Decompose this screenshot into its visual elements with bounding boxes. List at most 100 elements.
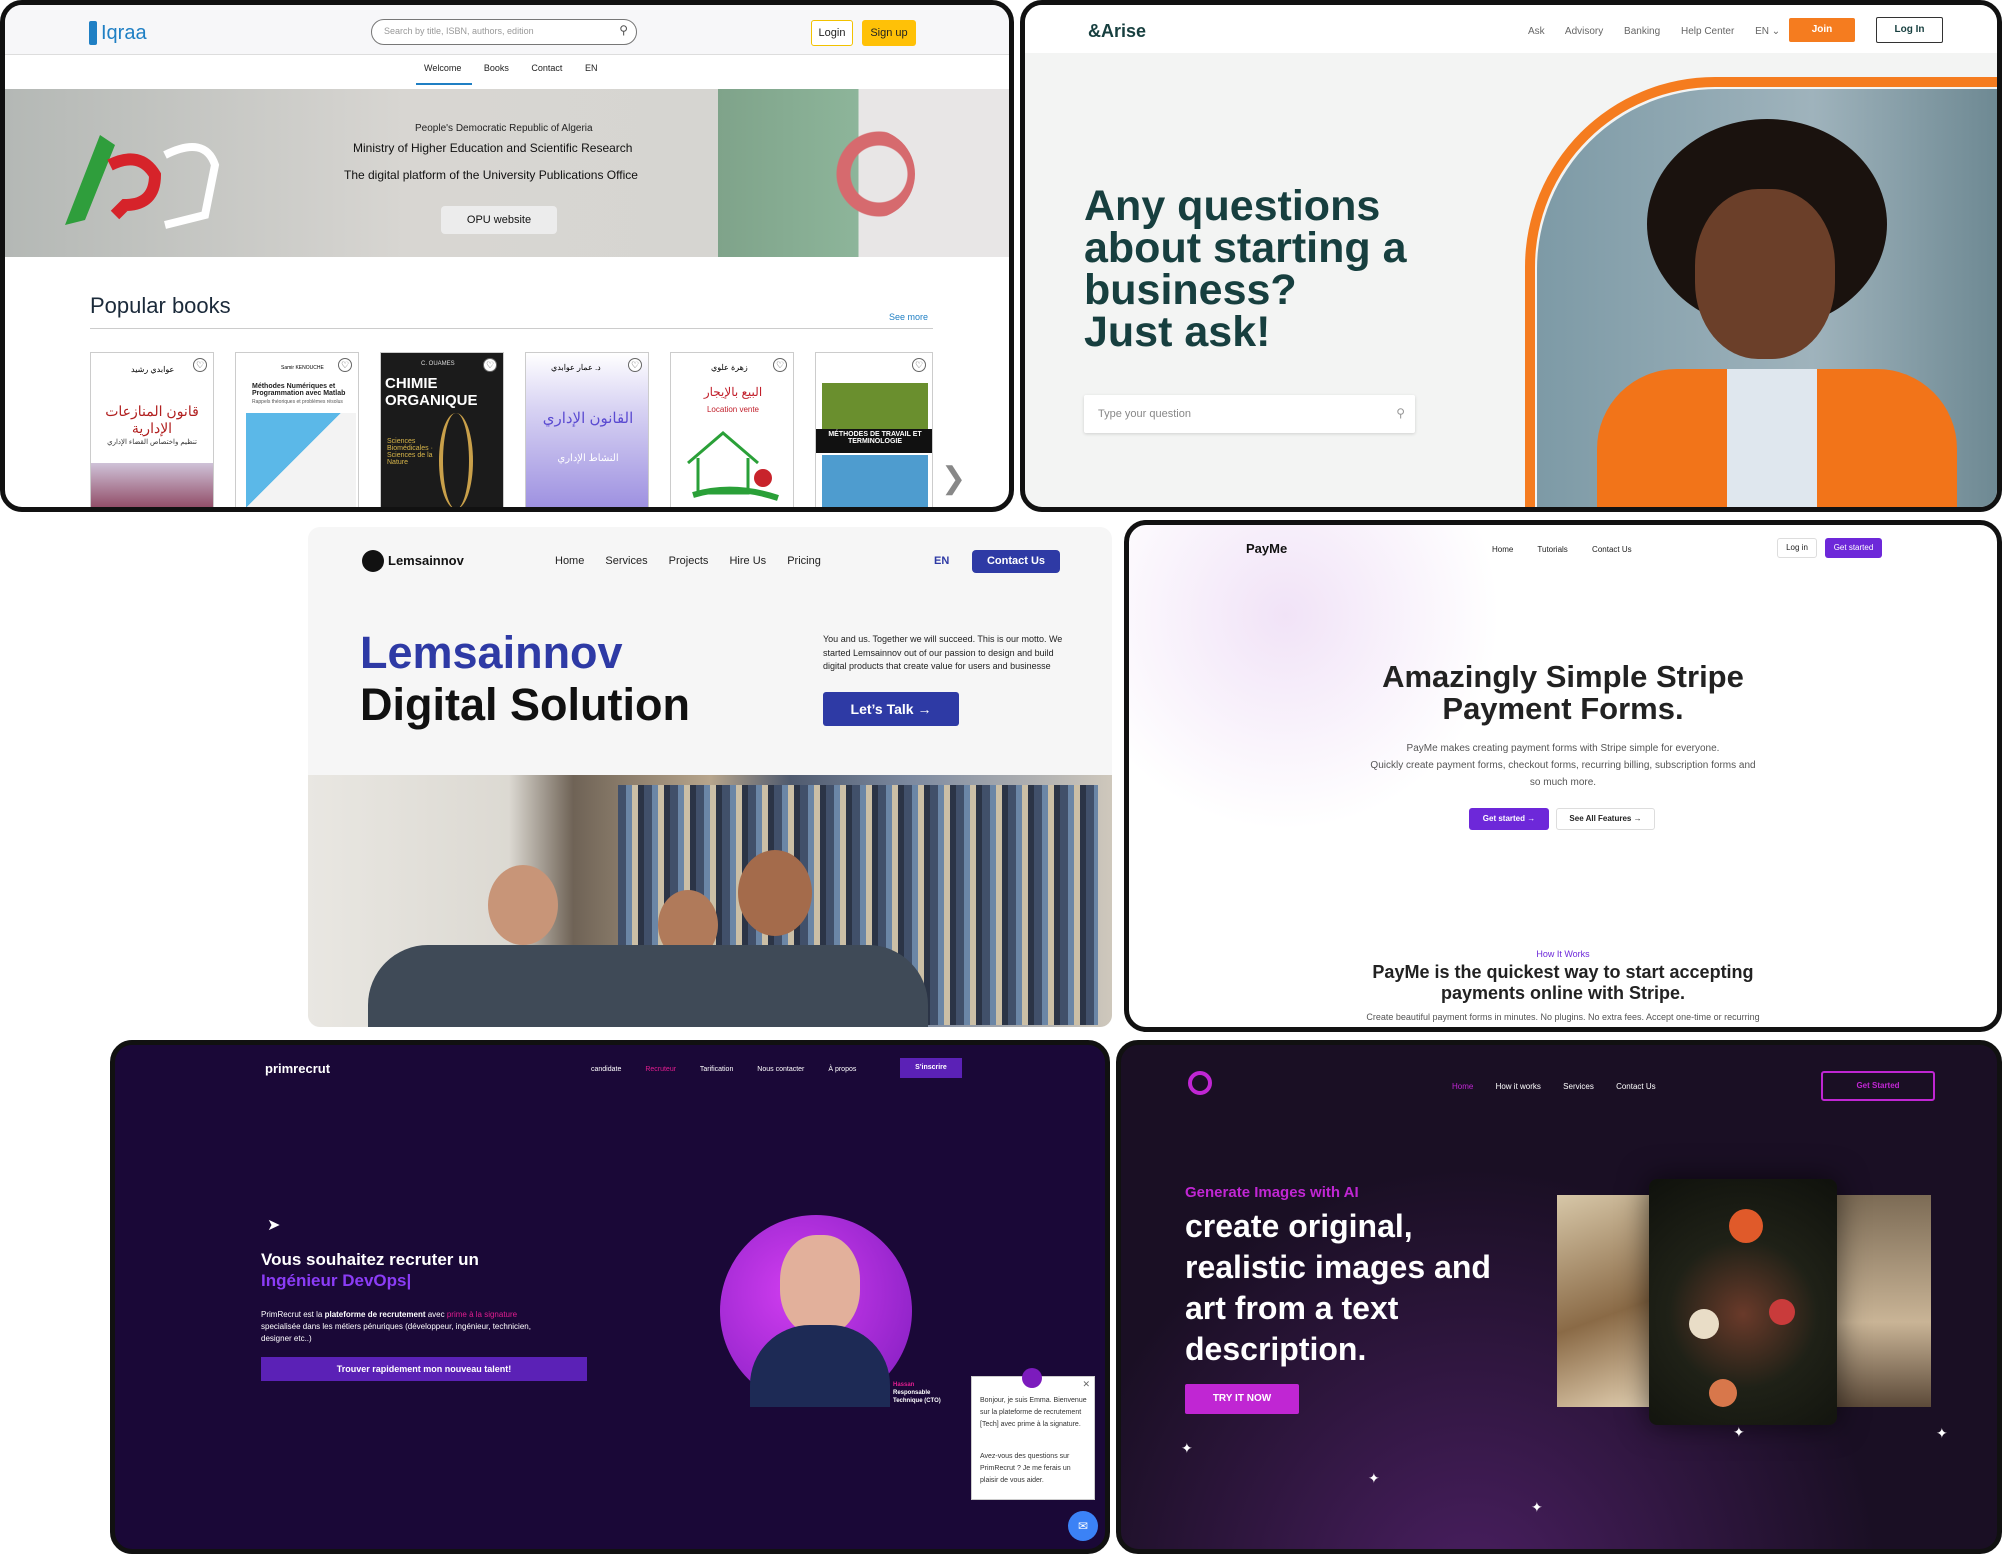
nav-tarification[interactable]: Tarification [700, 1066, 733, 1073]
heart-icon[interactable]: ♡ [338, 358, 352, 372]
iqraa-login-button[interactable]: Login [811, 20, 853, 46]
heart-icon[interactable]: ♡ [628, 358, 642, 372]
book-card[interactable]: ♡ C. OUAMES CHIMIE ORGANIQUE Sciences Bi… [380, 352, 504, 507]
nav-contact[interactable]: Contact Us [1616, 1082, 1656, 1091]
iqraa-signup-button[interactable]: Sign up [862, 20, 916, 46]
nav-candidate[interactable]: candidate [591, 1066, 621, 1073]
search-icon[interactable]: ⚲ [619, 23, 628, 37]
hero-title-line: realistic images and [1185, 1249, 1491, 1285]
hero-description: PrimRecrut est la plateforme de recrutem… [261, 1309, 561, 1345]
book-title: MÉTHODES DE TRAVAIL ET TERMINOLOGIE [816, 429, 932, 453]
hero-subtitle: PayMe makes creating payment forms with … [1406, 743, 1720, 754]
nav-contact[interactable]: Nous contacter [757, 1066, 804, 1073]
book-author: C. OUAMES [421, 361, 455, 367]
nav-recruteur[interactable]: Recruteur [645, 1066, 676, 1073]
iqraa-logo[interactable]: Iqraa [101, 22, 147, 45]
artwork-image [1831, 1195, 1931, 1407]
heart-icon[interactable]: ♡ [193, 358, 207, 372]
nav-about[interactable]: À propos [828, 1066, 856, 1073]
login-button[interactable]: Log in [1777, 538, 1817, 558]
tab-contact[interactable]: Contact [531, 63, 562, 73]
nav-banking[interactable]: Banking [1624, 26, 1660, 37]
lets-talk-label: Let’s Talk [850, 701, 914, 717]
nav-advisory[interactable]: Advisory [1565, 26, 1603, 37]
nav-services[interactable]: Services [1563, 1082, 1594, 1091]
login-button[interactable]: Log In [1876, 17, 1943, 43]
nav-services[interactable]: Services [605, 555, 647, 567]
tab-welcome-underline [416, 83, 472, 85]
lets-talk-button[interactable]: Let’s Talk → [823, 692, 959, 726]
book-card[interactable]: ♡ Samir KENOUCHE Méthodes Numériques et … [235, 352, 359, 507]
nav-how-it-works[interactable]: How it works [1496, 1082, 1541, 1091]
find-talent-button[interactable]: Trouver rapidement mon nouveau talent! [261, 1357, 587, 1381]
iqraa-search-input[interactable]: Search by title, ISBN, authors, edition … [371, 19, 637, 45]
hero-photo [1537, 89, 1997, 507]
carousel-next-icon[interactable]: ❯ [941, 461, 966, 496]
signup-button[interactable]: S'inscrire [900, 1058, 962, 1078]
prim-logo[interactable]: primrecrut [265, 1061, 330, 1076]
hero-subtitle: so much more. [1529, 777, 1597, 788]
lems-logo[interactable]: Lemsainnov [388, 553, 464, 568]
sparkle-icon: ✦ [1531, 1499, 1543, 1515]
get-started-button[interactable]: Get started [1825, 538, 1882, 558]
tab-welcome[interactable]: Welcome [424, 63, 461, 73]
see-features-button[interactable]: See All Features → [1556, 808, 1655, 830]
try-it-now-button[interactable]: TRY IT NOW [1185, 1384, 1299, 1414]
hero-get-started-button[interactable]: Get started → [1469, 808, 1549, 830]
chat-bubble-button[interactable]: ✉ [1068, 1511, 1098, 1541]
chat-popup[interactable]: ✕ Bonjour, je suis Emma. Bienvenue sur l… [971, 1368, 1095, 1500]
person-name: Hassan [893, 1382, 915, 1388]
opu-website-button[interactable]: OPU website [441, 206, 557, 234]
arise-logo[interactable]: &Arise [1088, 21, 1146, 42]
desc-highlight: plateforme de recrutement [324, 1310, 426, 1319]
nav-help-center[interactable]: Help Center [1681, 26, 1734, 37]
book-subtitle: Sciences Biomédicales · Sciences de la N… [387, 438, 433, 466]
arrow-right-icon: → [1633, 814, 1642, 823]
tab-lang[interactable]: EN [585, 63, 598, 73]
get-started-button[interactable]: Get Started [1821, 1071, 1935, 1101]
question-input[interactable]: Type your question ⚲ [1084, 395, 1415, 433]
algeria-flag-icon [825, 129, 915, 219]
close-icon[interactable]: ✕ [1082, 1379, 1090, 1390]
paper-plane-icon: ➤ [267, 1217, 281, 1234]
get-started-label: Get started [1482, 814, 1525, 823]
chat-message: Avez-vous des questions sur PrimRecrut ?… [980, 1453, 1071, 1484]
payme-logo[interactable]: PayMe [1246, 541, 1287, 556]
join-button[interactable]: Join [1789, 18, 1855, 42]
book-card[interactable]: ♡ MÉTHODES DE TRAVAIL ET TERMINOLOGIE [815, 352, 933, 507]
genai-nav: Home How it works Services Contact Us [1452, 1082, 1656, 1091]
hero-headline: Any questions about starting a business?… [1084, 185, 1407, 356]
nav-home[interactable]: Home [1452, 1082, 1473, 1091]
headline-line: about starting a [1084, 224, 1407, 272]
language-select[interactable]: EN [1755, 26, 1769, 37]
hero-description: You and us. Together we will succeed. Th… [823, 634, 1063, 671]
nav-home[interactable]: Home [1492, 545, 1513, 554]
book-card[interactable]: ♡ عوابدي رشيد قانون المنازعات الإدارية ت… [90, 352, 214, 507]
heart-icon[interactable]: ♡ [483, 358, 497, 372]
headline-line: business? [1084, 266, 1297, 314]
heart-icon[interactable]: ♡ [912, 358, 926, 372]
nav-contact[interactable]: Contact Us [1592, 545, 1632, 554]
nav-pricing[interactable]: Pricing [787, 555, 821, 567]
language-toggle[interactable]: EN [934, 555, 949, 567]
nav-projects[interactable]: Projects [669, 555, 709, 567]
genai-logo-icon[interactable] [1188, 1071, 1212, 1095]
arrow-right-icon: → [917, 701, 932, 717]
book-author: د. عمار عوابدي [551, 363, 601, 372]
tab-books[interactable]: Books [484, 63, 509, 73]
book-card[interactable]: ♡ د. عمار عوابدي القانون الإداري النشاط … [525, 352, 649, 507]
nav-ask[interactable]: Ask [1528, 26, 1545, 37]
book-card[interactable]: ♡ زهرة علوي البيع بالإيجار Location vent… [670, 352, 794, 507]
search-icon[interactable]: ⚲ [1396, 406, 1405, 420]
nav-hire-us[interactable]: Hire Us [729, 555, 766, 567]
contact-us-button[interactable]: Contact Us [972, 550, 1060, 573]
payme-panel: PayMe Home Tutorials Contact Us Log in G… [1124, 520, 2002, 1032]
hero-title-brand: Lemsainnov [360, 627, 623, 678]
headline-line: Just ask! [1084, 308, 1271, 356]
nav-tutorials[interactable]: Tutorials [1537, 545, 1567, 554]
hero-job-title: Ingénieur DevOps| [261, 1271, 412, 1290]
nav-home[interactable]: Home [555, 555, 584, 567]
heart-icon[interactable]: ♡ [773, 358, 787, 372]
hero-line-2: Ministry of Higher Education and Scienti… [353, 141, 633, 155]
see-more-link[interactable]: See more [889, 312, 928, 322]
